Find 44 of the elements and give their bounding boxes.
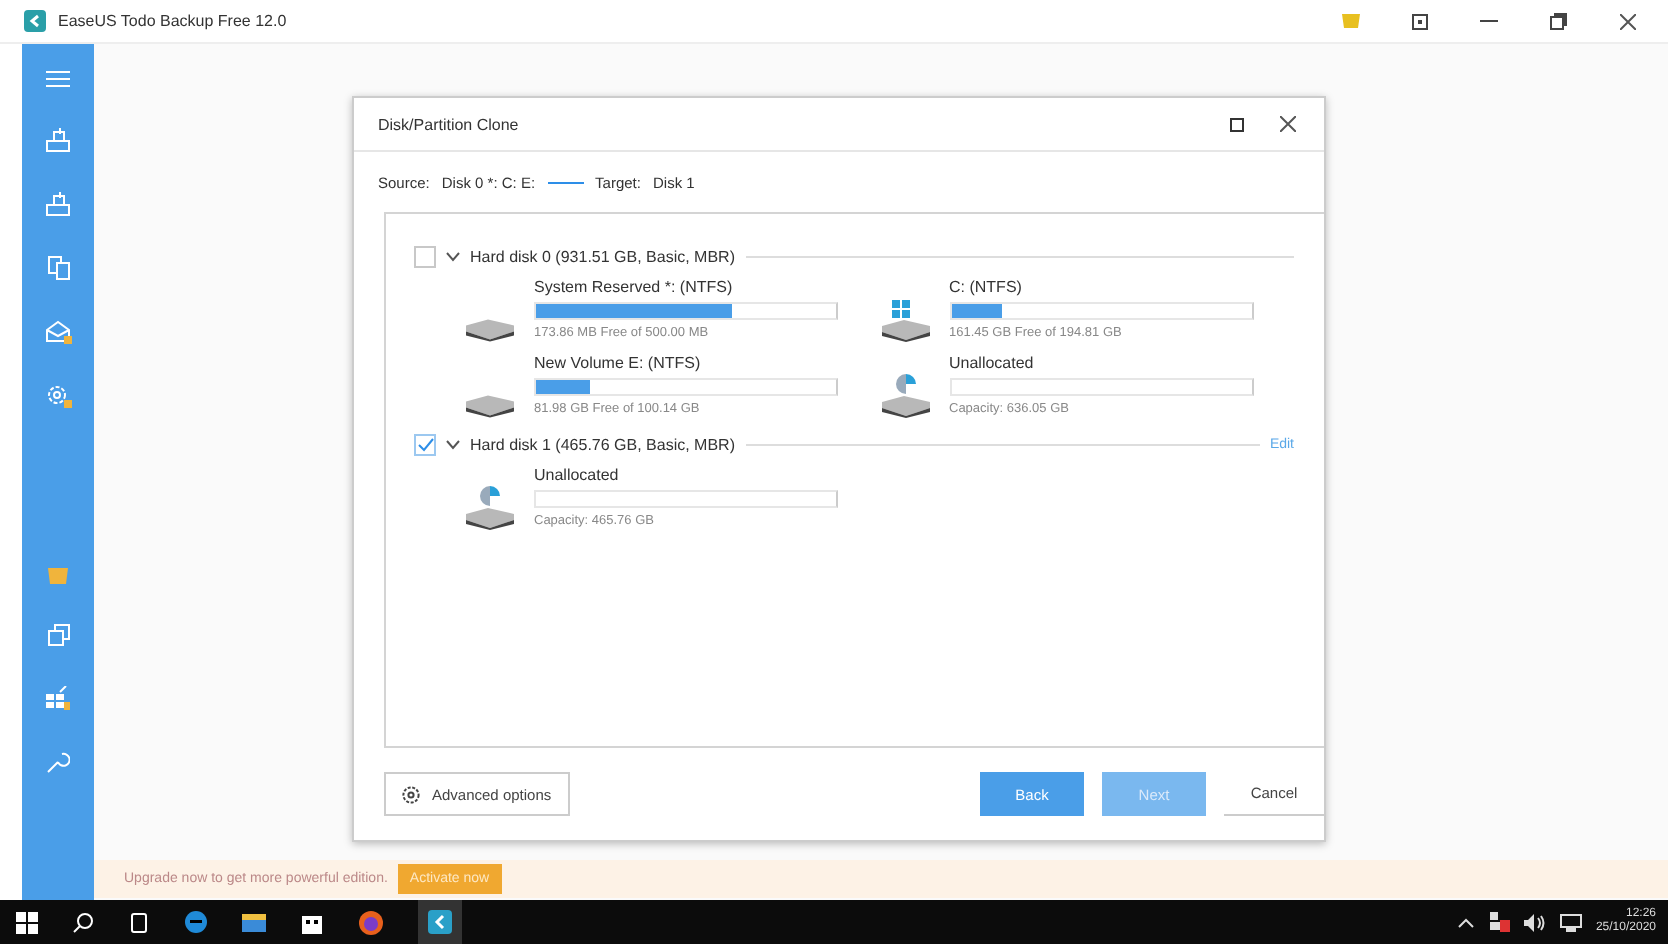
app-logo-icon — [24, 10, 46, 32]
dialog-title: Disk/Partition Clone — [378, 115, 519, 133]
close-icon[interactable] — [1620, 13, 1636, 29]
disk-name: Hard disk 1 (465.76 GB, Basic, MBR) — [470, 435, 735, 453]
drive-icon — [464, 318, 516, 342]
gear-lock-icon[interactable] — [45, 384, 71, 408]
folder-icon[interactable] — [242, 911, 266, 933]
network-icon[interactable] — [1487, 912, 1510, 932]
window-title: EaseUS Todo Backup Free 12.0 — [58, 12, 287, 30]
close-icon[interactable] — [1280, 116, 1296, 132]
disk-backup-icon[interactable] — [46, 128, 70, 152]
menu-icon[interactable] — [46, 70, 70, 88]
app-logo-icon[interactable] — [428, 910, 452, 934]
windows-logo-icon[interactable] — [16, 911, 38, 933]
drive-icon — [464, 394, 516, 418]
chevron-icon[interactable] — [446, 439, 460, 449]
drive-pie-icon — [879, 374, 931, 418]
disk-name: Hard disk 0 (931.51 GB, Basic, MBR) — [470, 247, 735, 265]
partition-name: System Reserved *: (NTFS) — [534, 278, 735, 296]
checkbox[interactable] — [414, 433, 436, 455]
chevron-up-icon[interactable] — [1457, 917, 1474, 927]
partition-name: Unallocated — [534, 466, 621, 484]
minimize-icon[interactable] — [1480, 19, 1498, 23]
restore-box-icon[interactable] — [1412, 13, 1428, 29]
envelope-lock-icon[interactable] — [45, 320, 71, 344]
browser-e-icon[interactable] — [184, 910, 208, 934]
drive-pie-icon — [464, 486, 516, 530]
copy-icon[interactable] — [47, 256, 69, 280]
gear-icon — [402, 785, 420, 803]
fox-globe-icon[interactable] — [358, 909, 384, 935]
speaker-icon[interactable] — [1523, 913, 1546, 931]
maximize-icon[interactable] — [1550, 12, 1568, 30]
wrench-icon[interactable] — [46, 750, 70, 774]
checkbox[interactable] — [414, 245, 436, 267]
search-icon[interactable] — [72, 911, 94, 933]
partition-name: New Volume E: (NTFS) — [534, 354, 703, 372]
partition-name: C: (NTFS) — [949, 278, 1024, 296]
maximize-icon[interactable] — [1230, 117, 1244, 131]
partition-name: Unallocated — [949, 354, 1036, 372]
windows-drive-icon — [879, 298, 931, 342]
task-view-icon[interactable] — [128, 911, 150, 933]
chevron-icon[interactable] — [446, 251, 460, 261]
windows-stack-icon[interactable] — [47, 624, 69, 646]
disk-backup-icon[interactable] — [46, 192, 70, 216]
